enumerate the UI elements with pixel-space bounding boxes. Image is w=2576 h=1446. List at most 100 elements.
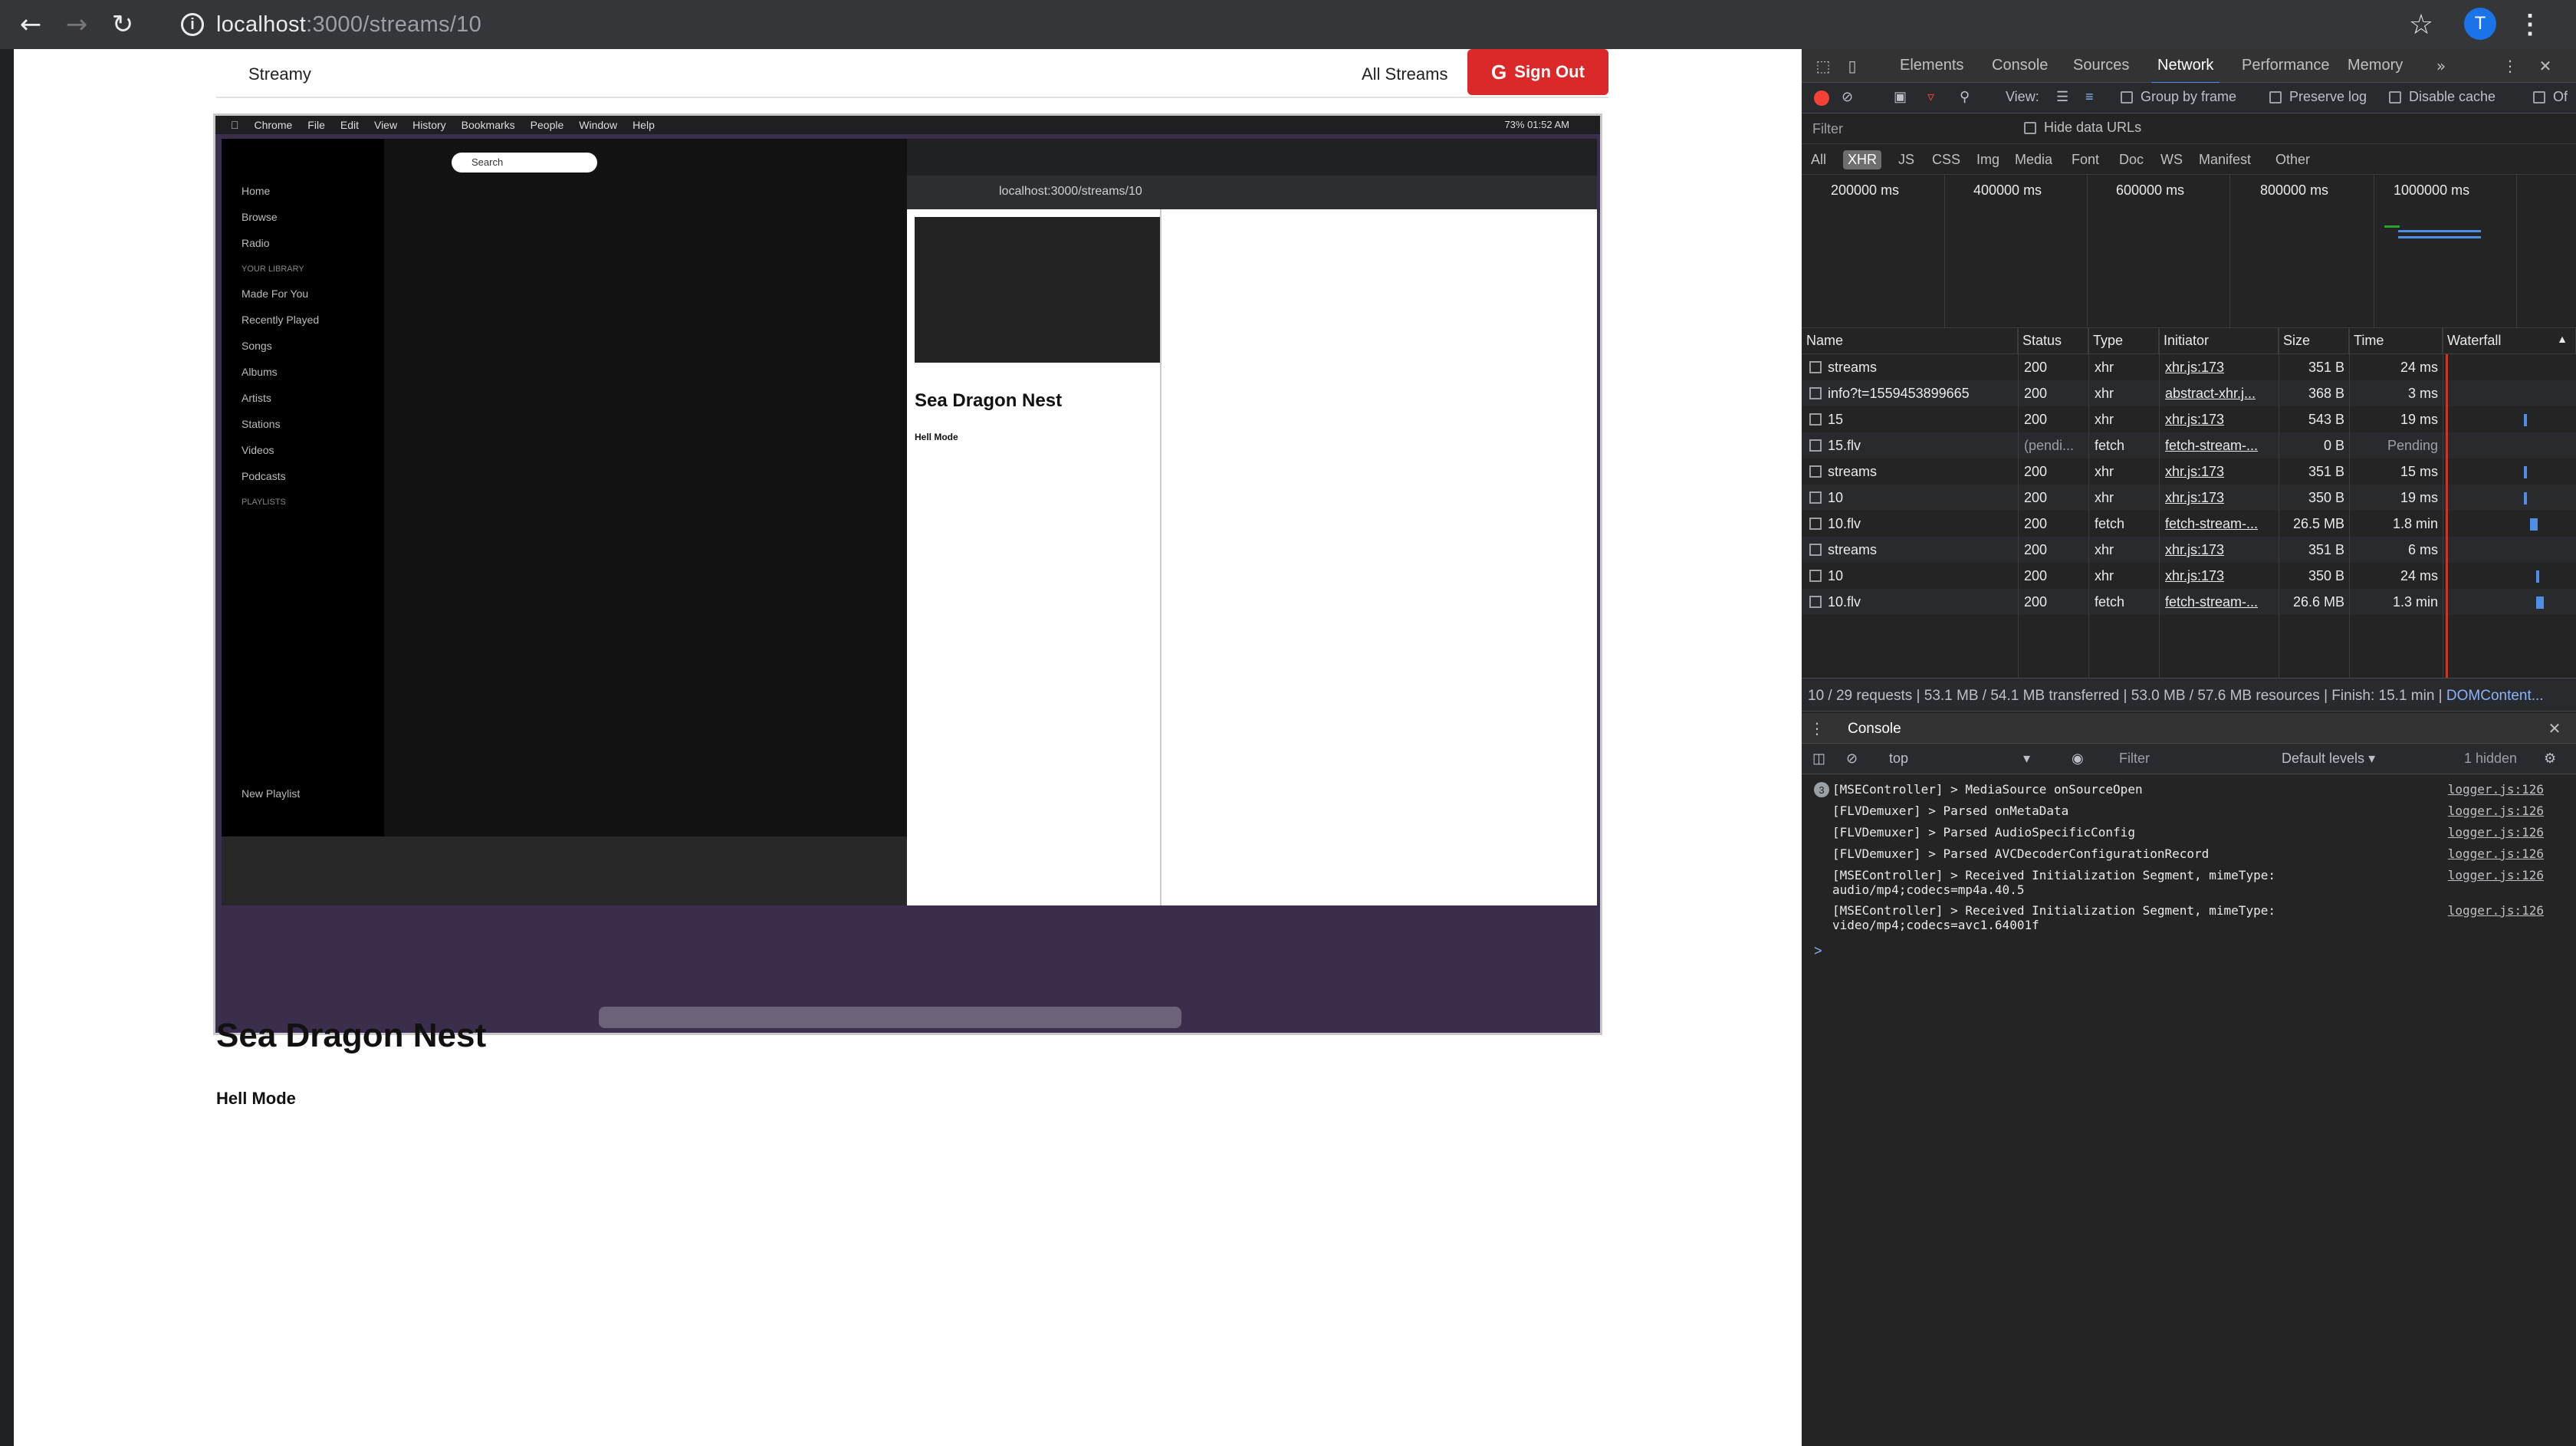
hide-data-urls-checkbox[interactable]: Hide data URLs [2024, 120, 2141, 136]
type-filter-xhr[interactable]: XHR [1843, 150, 1882, 169]
sidebar-toggle-icon[interactable]: ◫ [1812, 751, 1825, 767]
row-checkbox[interactable] [1809, 361, 1822, 373]
console-prompt[interactable]: > [1814, 943, 1822, 959]
offline-checkbox[interactable]: Of [2533, 89, 2568, 105]
row-checkbox[interactable] [1809, 491, 1822, 504]
row-checkbox[interactable] [1809, 596, 1822, 608]
log-levels-select[interactable]: Default levels ▾ [2282, 751, 2375, 767]
clear-icon[interactable]: ⊘ [1842, 89, 1853, 105]
reload-icon[interactable]: ↻ [107, 9, 138, 40]
type-filter-img[interactable]: Img [1972, 150, 2004, 169]
tab-elements[interactable]: Elements [1900, 57, 1963, 74]
disable-cache-checkbox[interactable]: Disable cache [2389, 89, 2496, 105]
cell-initiator[interactable]: xhr.js:173 [2165, 360, 2274, 376]
search-icon[interactable]: ⚲ [1960, 89, 1970, 105]
row-checkbox[interactable] [1809, 387, 1822, 399]
brand-link[interactable]: Streamy [248, 64, 311, 84]
table-row[interactable]: 15.flv (pendi... fetch fetch-stream-... 0 B P… [1802, 432, 2576, 458]
browser-menu-icon[interactable]: ⋮ [2515, 8, 2545, 41]
group-by-frame-checkbox[interactable]: Group by frame [2121, 89, 2236, 105]
type-filter-manifest[interactable]: Manifest [2194, 150, 2256, 169]
row-checkbox[interactable] [1809, 465, 1822, 478]
console-log-source[interactable]: logger.js:126 [2448, 825, 2544, 840]
column-name[interactable]: Name [1802, 328, 2018, 354]
settings-gear-icon[interactable]: ⚙ [2544, 751, 2556, 767]
table-row[interactable]: 10 200 xhr xhr.js:173 350 B 19 ms [1802, 485, 2576, 511]
info-icon[interactable]: i [181, 13, 204, 36]
preserve-log-checkbox[interactable]: Preserve log [2269, 89, 2367, 105]
cell-initiator[interactable]: fetch-stream-... [2165, 516, 2274, 532]
cell-initiator[interactable]: xhr.js:173 [2165, 542, 2274, 558]
cell-initiator[interactable]: fetch-stream-... [2165, 594, 2274, 610]
bookmark-star-icon[interactable]: ☆ [2404, 8, 2438, 41]
network-overview[interactable]: 200000 ms 400000 ms 600000 ms 800000 ms … [1802, 175, 2576, 328]
tab-sources[interactable]: Sources [2073, 57, 2129, 74]
table-row[interactable]: streams 200 xhr xhr.js:173 351 B 24 ms [1802, 354, 2576, 380]
row-checkbox[interactable] [1809, 518, 1822, 530]
column-time[interactable]: Time [2349, 328, 2443, 354]
cell-initiator[interactable]: xhr.js:173 [2165, 412, 2274, 428]
column-initiator[interactable]: Initiator [2159, 328, 2279, 354]
clear-console-icon[interactable]: ⊘ [1846, 751, 1858, 767]
table-row[interactable]: streams 200 xhr xhr.js:173 351 B 6 ms [1802, 537, 2576, 563]
more-tabs-icon[interactable]: » [2430, 55, 2452, 77]
table-row[interactable]: info?t=1559453899665 200 xhr abstract-xhr.j… [1802, 380, 2576, 406]
table-row[interactable]: 10.flv 200 fetch fetch-stream-... 26.6 MB 1.3… [1802, 589, 2576, 615]
column-type[interactable]: Type [2088, 328, 2159, 354]
drawer-menu-icon[interactable]: ⋮ [1806, 718, 1828, 739]
all-streams-link[interactable]: All Streams [1362, 64, 1447, 84]
context-select[interactable]: top ▾ [1889, 751, 2030, 767]
type-filter-all[interactable]: All [1806, 150, 1831, 169]
screenshot-icon[interactable]: ▣ [1894, 89, 1907, 105]
console-log-source[interactable]: logger.js:126 [2448, 804, 2544, 818]
type-filter-js[interactable]: JS [1894, 150, 1919, 169]
table-row[interactable]: 10 200 xhr xhr.js:173 350 B 24 ms [1802, 563, 2576, 589]
tab-memory[interactable]: Memory [2348, 57, 2403, 74]
type-filter-font[interactable]: Font [2067, 150, 2104, 169]
stream-video-player[interactable]:  Chrome File Edit View History Bookmark… [213, 113, 1602, 1035]
eye-icon[interactable]: ◉ [2072, 751, 2084, 767]
record-icon[interactable] [1814, 90, 1829, 106]
row-checkbox[interactable] [1809, 413, 1822, 426]
filter-icon[interactable]: ▿ [1927, 89, 1934, 105]
inspect-icon[interactable]: ⬚ [1812, 55, 1834, 77]
devtools-menu-icon[interactable]: ⋮ [2499, 55, 2521, 77]
tab-console-drawer[interactable]: Console [1842, 721, 1907, 746]
device-toolbar-icon[interactable]: ▯ [1842, 55, 1863, 77]
close-icon[interactable]: ✕ [2535, 55, 2556, 77]
column-waterfall[interactable]: Waterfall ▲ [2443, 328, 2576, 354]
cell-initiator[interactable]: xhr.js:173 [2165, 464, 2274, 480]
type-filter-media[interactable]: Media [2010, 150, 2057, 169]
url-text[interactable]: localhost:3000/streams/10 [216, 12, 481, 38]
close-icon[interactable]: ✕ [2544, 718, 2565, 739]
table-row[interactable]: streams 200 xhr xhr.js:173 351 B 15 ms [1802, 458, 2576, 485]
list-view-icon[interactable]: ☰ [2056, 89, 2068, 105]
back-icon[interactable]: ← [15, 9, 46, 40]
console-log-source[interactable]: logger.js:126 [2448, 782, 2544, 797]
row-checkbox[interactable] [1809, 544, 1822, 556]
type-filter-doc[interactable]: Doc [2114, 150, 2148, 169]
tab-console[interactable]: Console [1992, 57, 2048, 74]
column-size[interactable]: Size [2279, 328, 2349, 354]
type-filter-css[interactable]: CSS [1927, 150, 1965, 169]
column-status[interactable]: Status [2018, 328, 2088, 354]
console-filter-input[interactable]: Filter [2119, 751, 2150, 767]
profile-avatar[interactable]: T [2464, 8, 2496, 40]
console-log-source[interactable]: logger.js:126 [2448, 903, 2544, 918]
sign-out-button[interactable]: G Sign Out [1467, 49, 1608, 95]
summary-domcontent-link[interactable]: DOMContent... [2446, 688, 2544, 704]
address-bar[interactable]: i localhost:3000/streams/10 [181, 5, 2404, 44]
cell-initiator[interactable]: fetch-stream-... [2165, 438, 2274, 454]
console-log-source[interactable]: logger.js:126 [2448, 868, 2544, 882]
cell-initiator[interactable]: xhr.js:173 [2165, 568, 2274, 584]
type-filter-other[interactable]: Other [2271, 150, 2315, 169]
tab-performance[interactable]: Performance [2242, 57, 2330, 74]
filter-input[interactable]: Filter [1808, 118, 2010, 140]
type-filter-ws[interactable]: WS [2156, 150, 2187, 169]
table-row[interactable]: 10.flv 200 fetch fetch-stream-... 26.5 MB 1.8… [1802, 511, 2576, 537]
row-checkbox[interactable] [1809, 570, 1822, 582]
console-log-source[interactable]: logger.js:126 [2448, 846, 2544, 861]
cell-initiator[interactable]: xhr.js:173 [2165, 490, 2274, 506]
waterfall-view-icon[interactable]: ≡ [2085, 89, 2094, 105]
table-row[interactable]: 15 200 xhr xhr.js:173 543 B 19 ms [1802, 406, 2576, 432]
